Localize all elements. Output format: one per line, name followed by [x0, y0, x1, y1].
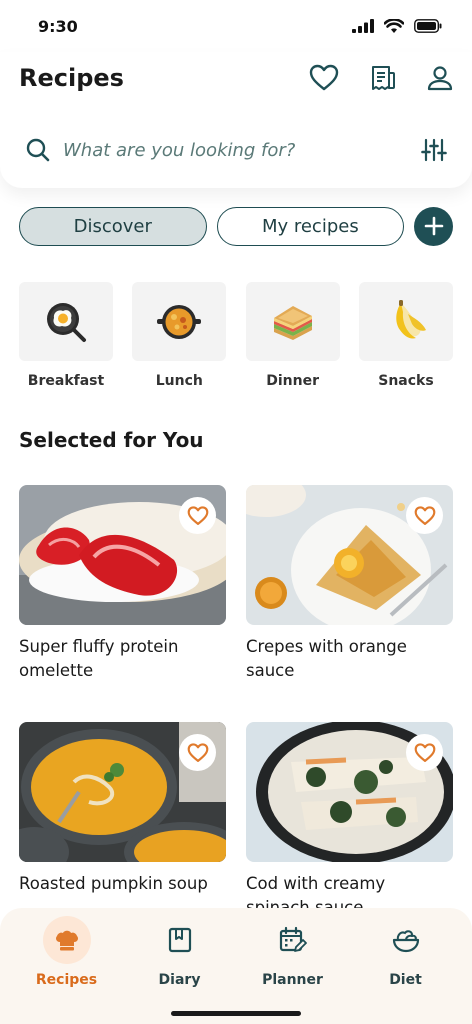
category-tile[interactable] — [132, 282, 227, 361]
recipe-image[interactable] — [246, 485, 453, 625]
status-bar: 9:30 — [0, 0, 472, 52]
nav-icon-wrap[interactable] — [382, 916, 430, 964]
category-label: Lunch — [155, 373, 203, 389]
section-title: Selected for You — [19, 428, 204, 452]
category-label: Breakfast — [27, 373, 105, 389]
calendar-edit-icon — [279, 926, 307, 952]
add-recipe-button[interactable] — [414, 206, 453, 246]
page-title: Recipes — [19, 64, 124, 92]
nav-planner[interactable]: Planner — [243, 916, 343, 1024]
salad-bowl-icon — [392, 930, 419, 953]
nav-diary[interactable]: Diary — [130, 916, 230, 1024]
nav-icon-wrap[interactable] — [42, 916, 91, 964]
home-indicator — [171, 1011, 301, 1016]
recipe-image[interactable] — [19, 722, 226, 862]
heart-icon — [309, 64, 339, 91]
category-label: Snacks — [378, 373, 434, 389]
shopping-list-icon — [372, 66, 395, 90]
status-time: 9:30 — [38, 16, 78, 36]
category-breakfast[interactable]: Breakfast — [19, 282, 113, 389]
tab-discover[interactable]: Discover — [19, 206, 207, 246]
signal-icon — [352, 19, 374, 33]
profile-icon — [427, 66, 453, 91]
nav-label[interactable]: Planner — [262, 972, 323, 988]
search-bar[interactable] — [19, 128, 453, 172]
nav-label[interactable]: Diary — [159, 972, 201, 988]
nav-icon-wrap[interactable] — [269, 916, 317, 964]
nav-diet[interactable]: Diet — [356, 916, 456, 1024]
tabs-row: Discover My recipes — [19, 206, 453, 246]
favorites-button[interactable] — [308, 62, 340, 94]
search-icon — [26, 138, 50, 162]
category-tile[interactable] — [358, 282, 453, 361]
wifi-icon — [384, 18, 404, 33]
sandwich-icon — [273, 305, 312, 340]
heart-icon — [414, 505, 435, 525]
recipe-card[interactable]: Cod with creamy spinach sauce — [246, 722, 453, 920]
recipe-image[interactable] — [246, 722, 453, 862]
favorite-button[interactable] — [406, 734, 443, 771]
chef-hat-icon — [55, 930, 78, 951]
recipe-card[interactable]: Roasted pumpkin soup — [19, 722, 226, 896]
recipe-title[interactable]: Crepes with orange sauce — [246, 635, 453, 683]
favorite-button[interactable] — [406, 497, 443, 534]
heart-icon — [187, 505, 208, 525]
nav-label[interactable]: Recipes — [36, 972, 97, 988]
heart-icon — [187, 742, 208, 762]
frying-pan-egg-icon — [47, 302, 86, 342]
recipe-card[interactable]: Crepes with orange sauce — [246, 485, 453, 683]
category-lunch[interactable]: Lunch — [132, 282, 227, 389]
nav-icon-wrap[interactable] — [156, 916, 204, 964]
category-dinner[interactable]: Dinner — [245, 282, 340, 389]
paella-pan-icon — [157, 304, 202, 339]
battery-icon — [414, 19, 442, 33]
recipe-image[interactable] — [19, 485, 226, 625]
header: Recipes — [0, 52, 472, 188]
tab-my-recipes[interactable]: My recipes — [216, 206, 405, 246]
favorite-button[interactable] — [179, 497, 216, 534]
nav-label[interactable]: Diet — [389, 972, 422, 988]
favorite-button[interactable] — [179, 734, 216, 771]
category-snacks[interactable]: Snacks — [358, 282, 453, 389]
category-tile[interactable] — [245, 282, 340, 361]
category-list: Breakfast Lunch Dinner Snacks — [19, 282, 453, 389]
nav-recipes[interactable]: Recipes — [17, 916, 117, 1024]
filter-sliders-icon[interactable] — [421, 137, 447, 163]
heart-icon — [414, 742, 435, 762]
recipe-title[interactable]: Super fluffy protein omelette — [19, 635, 226, 683]
status-icons — [352, 18, 442, 34]
recipe-card[interactable]: Super fluffy protein omelette — [19, 485, 226, 683]
plus-icon — [424, 216, 443, 236]
category-label: Dinner — [266, 373, 320, 389]
diary-book-icon — [168, 927, 191, 953]
search-input[interactable] — [63, 139, 403, 161]
recipe-title[interactable]: Roasted pumpkin soup — [19, 872, 226, 896]
category-tile[interactable] — [19, 282, 113, 361]
shopping-list-button[interactable] — [367, 62, 399, 94]
profile-button[interactable] — [424, 62, 456, 94]
bottom-navigation: Recipes Diary Planner Diet — [0, 908, 472, 1024]
banana-icon — [396, 299, 426, 339]
